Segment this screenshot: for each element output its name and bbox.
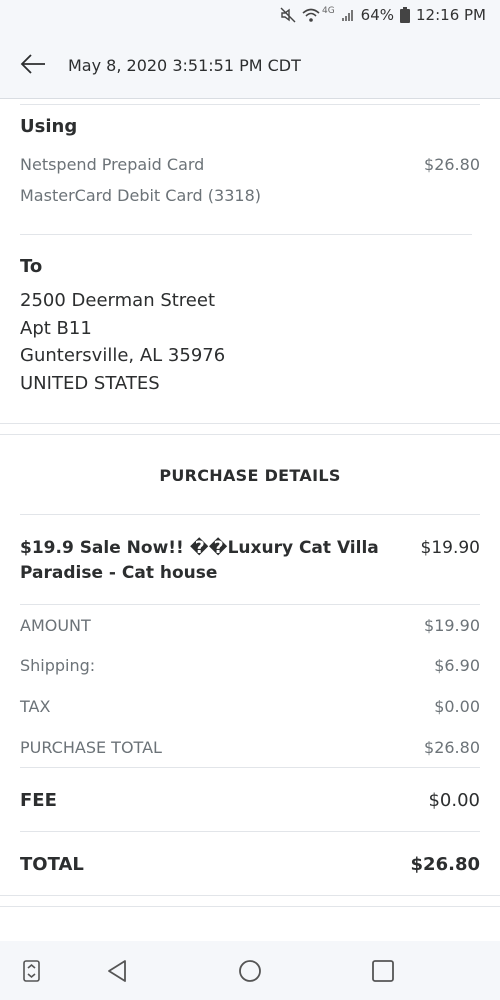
page-title: May 8, 2020 3:51:51 PM CDT xyxy=(68,56,301,75)
home-nav-icon[interactable] xyxy=(236,957,264,985)
shipping-value: $6.90 xyxy=(434,656,480,675)
divider xyxy=(0,423,500,424)
status-icons: 4G 64% 12:16 PM xyxy=(280,6,486,24)
shipping-label: Shipping: xyxy=(20,656,96,675)
divider xyxy=(0,895,500,896)
divider xyxy=(20,234,472,235)
clock: 12:16 PM xyxy=(416,6,486,24)
purchase-total-label: PURCHASE TOTAL xyxy=(20,738,162,757)
item-price: $19.90 xyxy=(420,538,480,558)
using-title: Using xyxy=(20,116,78,137)
item-name: $19.9 Sale Now!! ��Luxury Cat Villa Para… xyxy=(20,538,379,583)
back-arrow-icon[interactable] xyxy=(20,52,46,76)
android-navigation-bar xyxy=(0,941,500,1000)
tax-label: TAX xyxy=(20,697,51,716)
divider xyxy=(0,434,500,435)
total-value: $26.80 xyxy=(410,854,480,875)
funding-source-amount: $26.80 xyxy=(424,155,480,174)
divider xyxy=(0,906,500,907)
address-line: UNITED STATES xyxy=(20,373,160,394)
recent-apps-icon[interactable] xyxy=(369,957,397,985)
fee-label: FEE xyxy=(20,790,57,811)
funding-card: MasterCard Debit Card (3318) xyxy=(20,186,261,205)
divider xyxy=(20,831,480,832)
address-line: Apt B11 xyxy=(20,318,92,339)
back-nav-icon[interactable] xyxy=(103,957,131,985)
keyboard-toggle-icon[interactable] xyxy=(18,957,46,985)
funding-source-name: Netspend Prepaid Card xyxy=(20,155,205,174)
purchase-total-value: $26.80 xyxy=(424,738,480,757)
amount-value: $19.90 xyxy=(424,616,480,635)
divider xyxy=(20,514,480,515)
wifi-icon xyxy=(302,7,320,23)
address-line: Guntersville, AL 35976 xyxy=(20,345,226,366)
divider xyxy=(20,604,480,605)
mute-icon xyxy=(280,7,296,23)
signal-icon xyxy=(341,8,355,22)
divider xyxy=(20,104,480,105)
fee-value: $0.00 xyxy=(428,790,480,811)
battery-icon xyxy=(400,7,411,23)
address-line: 2500 Deerman Street xyxy=(20,290,216,311)
amount-label: AMOUNT xyxy=(20,616,91,635)
total-label: TOTAL xyxy=(20,854,84,875)
battery-percent: 64% xyxy=(360,6,395,24)
network-type: 4G xyxy=(321,6,335,16)
transaction-details[interactable]: Using Netspend Prepaid Card $26.80 Maste… xyxy=(0,99,500,941)
app-header: May 8, 2020 3:51:51 PM CDT xyxy=(0,32,500,99)
divider xyxy=(20,767,480,768)
purchase-details-heading: PURCHASE DETAILS xyxy=(159,466,341,485)
to-title: To xyxy=(20,256,43,277)
status-bar: 4G 64% 12:16 PM xyxy=(0,0,500,32)
tax-value: $0.00 xyxy=(434,697,480,716)
